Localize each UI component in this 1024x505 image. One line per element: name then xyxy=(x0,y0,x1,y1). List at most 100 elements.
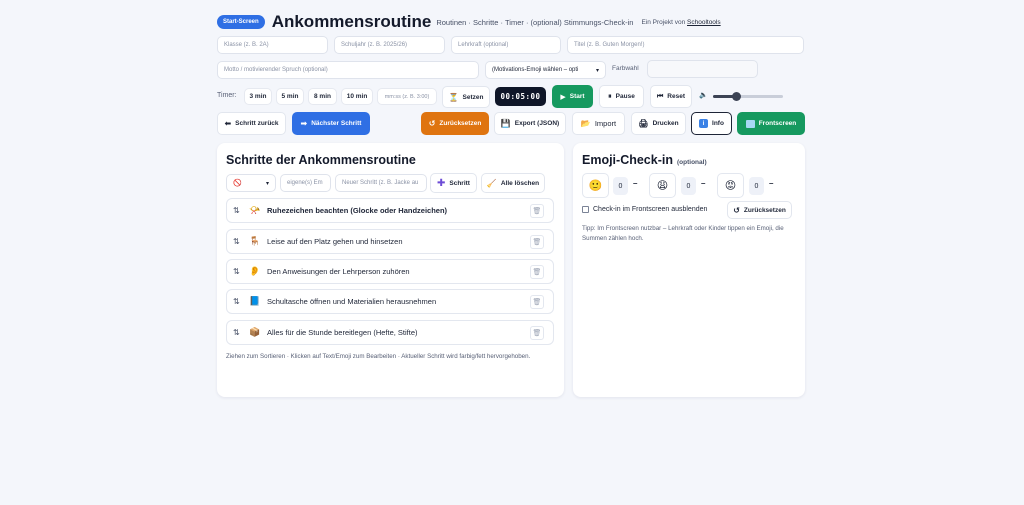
drag-handle-icon[interactable]: ⇅ xyxy=(233,206,247,215)
monitor-icon xyxy=(745,119,755,128)
preset-8min-button[interactable]: 8 min xyxy=(308,88,337,105)
step-text[interactable]: Den Anweisungen der Lehrperson zuhören xyxy=(267,267,410,276)
floppy-icon: 💾 xyxy=(500,119,511,128)
step-text[interactable]: Ruhezeichen beachten (Glocke oder Handze… xyxy=(267,206,447,215)
farbwahl-label: Farbwahl xyxy=(612,65,639,72)
volume-slider-knob[interactable] xyxy=(731,92,741,101)
add-step-button[interactable]: ✚ Schritt xyxy=(430,173,477,193)
step-emoji[interactable]: 🪑 xyxy=(247,236,263,247)
titel-input[interactable]: Titel (z. B. Guten Morgen!) xyxy=(567,36,804,54)
next-step-button[interactable]: ➡ Nächster Schritt xyxy=(292,112,370,135)
arrow-left-icon: ⬅ xyxy=(224,119,232,128)
start-button[interactable]: ▶ Start xyxy=(552,85,593,108)
lehrkraft-input[interactable]: Lehrkraft (optional) xyxy=(451,36,561,54)
export-json-button[interactable]: 💾 Export (JSON) xyxy=(494,112,566,135)
reset-all-button[interactable]: ↺ Zurücksetzen xyxy=(421,112,489,135)
schooltools-link[interactable]: Schooltools xyxy=(687,19,721,26)
custom-time-input[interactable]: mm:ss (z. B. 3:00) xyxy=(377,88,437,105)
mood-tired-count: 0 xyxy=(681,177,696,195)
info-button[interactable]: i Info xyxy=(691,112,732,135)
emoji-checkin-panel: Emoji-Check-in (optional) 🙂 0 – 😩 0 – 😡 0… xyxy=(573,143,805,397)
step-text[interactable]: Schultasche öffnen und Materialien herau… xyxy=(267,297,436,306)
play-icon: ▶ xyxy=(560,93,566,101)
drag-handle-icon[interactable]: ⇅ xyxy=(233,297,247,306)
refresh-icon: ↺ xyxy=(428,119,436,128)
color-picker[interactable] xyxy=(647,60,758,78)
reset-timer-button[interactable]: ⏮ Reset xyxy=(650,85,692,108)
step-item[interactable]: ⇅ 📘 Schultasche öffnen und Materialien h… xyxy=(226,289,554,314)
own-emoji-input[interactable]: eigene(s) Em xyxy=(280,174,331,192)
arrow-right-icon: ➡ xyxy=(300,119,308,128)
mood-angry-minus[interactable]: – xyxy=(769,179,773,188)
reset-checkin-button[interactable]: ↺ Zurücksetzen xyxy=(727,201,792,219)
mood-angry-button[interactable]: 😡 xyxy=(717,173,744,198)
step-text[interactable]: Leise auf den Platz gehen und hinsetzen xyxy=(267,237,403,246)
mood-tired-button[interactable]: 😩 xyxy=(649,173,676,198)
info-icon: i xyxy=(699,119,709,128)
clear-all-button[interactable]: 🧹 Alle löschen xyxy=(481,173,545,193)
preset-5min-button[interactable]: 5 min xyxy=(276,88,304,105)
volume-icon: 🔈 xyxy=(699,92,708,99)
step-emoji[interactable]: 📦 xyxy=(247,327,263,338)
mood-happy-button[interactable]: 🙂 xyxy=(582,173,609,198)
folder-icon: 📂 xyxy=(580,119,591,128)
plus-icon: ✚ xyxy=(437,177,446,189)
prev-step-button[interactable]: ⬅ Schritt zurück xyxy=(217,112,286,135)
drag-handle-icon[interactable]: ⇅ xyxy=(233,267,247,276)
checkbox-box[interactable] xyxy=(582,206,589,213)
pause-icon: ⏸ xyxy=(608,92,612,100)
hide-checkin-checkbox[interactable]: Check-in im Frontscreen ausblenden xyxy=(582,206,707,213)
mood-happy-count: 0 xyxy=(613,177,628,195)
step-item[interactable]: ⇅ 🪑 Leise auf den Platz gehen und hinset… xyxy=(226,229,554,254)
mood-angry-count: 0 xyxy=(749,177,764,195)
page-subtitle: Routinen · Schritte · Timer · (optional)… xyxy=(436,17,634,27)
trash-icon[interactable]: 🗑 xyxy=(530,265,544,279)
schuljahr-input[interactable]: Schuljahr (z. B. 2025/26) xyxy=(334,36,445,54)
klasse-input[interactable]: Klasse (z. B. 2A) xyxy=(217,36,328,54)
step-emoji[interactable]: 📯 xyxy=(247,205,263,216)
preset-10min-button[interactable]: 10 min xyxy=(341,88,373,105)
steps-panel-title: Schritte der Ankommensroutine xyxy=(226,153,416,167)
step-item[interactable]: ⇅ 👂 Den Anweisungen der Lehrperson zuhör… xyxy=(226,259,554,284)
broom-icon: 🧹 xyxy=(486,178,497,188)
print-button[interactable]: 🖨 Drucken xyxy=(631,112,686,135)
steps-panel: Schritte der Ankommensroutine 🚫 ▾ eigene… xyxy=(217,143,564,397)
page-title: Ankommensroutine xyxy=(271,12,432,31)
motivation-emoji-select[interactable]: (Motivations-Emoji wählen – opti ▾ xyxy=(485,61,606,79)
set-time-button[interactable]: ⏳ Setzen xyxy=(442,86,490,108)
mood-happy-minus[interactable]: – xyxy=(633,179,637,188)
step-emoji[interactable]: 📘 xyxy=(247,296,263,307)
trash-icon[interactable]: 🗑 xyxy=(530,235,544,249)
header: Start-Screen Ankommensroutine Routinen ·… xyxy=(217,11,721,33)
project-credit: Ein Projekt von Schooltools xyxy=(641,18,721,26)
pause-button[interactable]: ⏸ Pause xyxy=(599,85,644,108)
drag-handle-icon[interactable]: ⇅ xyxy=(233,237,247,246)
new-step-input[interactable]: Neuer Schritt (z. B. Jacke au xyxy=(335,174,427,192)
emoji-tip: Tipp: Im Frontscreen nutzbar – Lehrkraft… xyxy=(582,225,784,242)
step-emoji-select[interactable]: 🚫 ▾ xyxy=(226,174,276,192)
start-screen-badge[interactable]: Start-Screen xyxy=(217,15,265,29)
motto-input[interactable]: Motto / motivierender Spruch (optional) xyxy=(217,61,479,79)
preset-3min-button[interactable]: 3 min xyxy=(244,88,272,105)
drag-handle-icon[interactable]: ⇅ xyxy=(233,328,247,337)
step-item[interactable]: ⇅ 📯 Ruhezeichen beachten (Glocke oder Ha… xyxy=(226,198,554,223)
step-emoji[interactable]: 👂 xyxy=(247,266,263,277)
timer-display: 00:05:00 xyxy=(495,87,546,106)
volume-slider[interactable] xyxy=(713,92,783,101)
trash-icon[interactable]: 🗑 xyxy=(530,295,544,309)
step-text[interactable]: Alles für die Stunde bereitlegen (Hefte,… xyxy=(267,328,418,337)
step-item[interactable]: ⇅ 📦 Alles für die Stunde bereitlegen (He… xyxy=(226,320,554,345)
timer-label: Timer: xyxy=(217,92,237,99)
emoji-panel-title: Emoji-Check-in (optional) xyxy=(582,153,707,167)
hourglass-icon: ⏳ xyxy=(448,92,459,102)
printer-icon: 🖨 xyxy=(638,119,649,128)
chevron-down-icon: ▾ xyxy=(595,67,599,74)
refresh-icon: ↺ xyxy=(733,205,740,215)
chevron-down-icon: ▾ xyxy=(265,180,269,187)
frontscreen-button[interactable]: Frontscreen xyxy=(737,112,805,135)
import-button[interactable]: 📂 Import xyxy=(572,112,625,135)
trash-icon[interactable]: 🗑 xyxy=(530,326,544,340)
mood-tired-minus[interactable]: – xyxy=(701,179,705,188)
skip-back-icon: ⏮ xyxy=(656,92,664,100)
trash-icon[interactable]: 🗑 xyxy=(530,204,544,218)
